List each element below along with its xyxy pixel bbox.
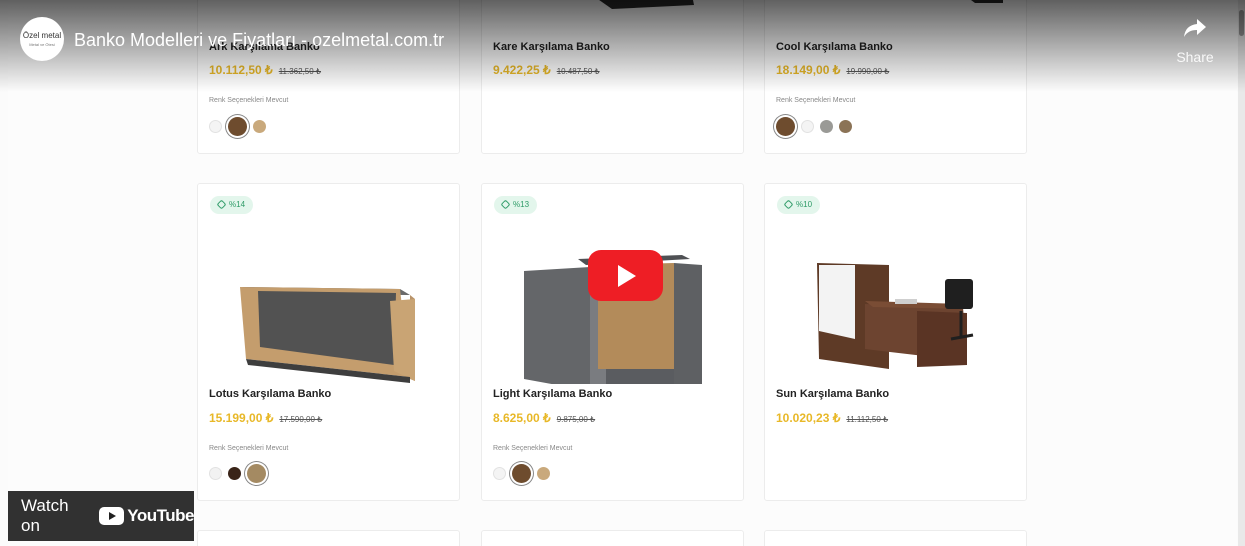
desk-image: [599, 0, 694, 9]
light-desk-image: [524, 255, 702, 384]
product-card-peek: [764, 530, 1027, 546]
swatch-white[interactable]: [209, 119, 222, 133]
product-price: 10.020,23 ₺ 11.112,50 ₺: [776, 411, 889, 425]
youtube-logo: YouTube: [99, 506, 194, 526]
channel-avatar[interactable]: Özel metal Metal ve Ötesi: [20, 17, 64, 61]
channel-logo-text: Özel metal: [22, 31, 62, 40]
old-price: 11.362,50 ₺: [278, 67, 322, 76]
product-name: Sun Karşılama Banko: [776, 388, 890, 400]
swatch-white[interactable]: [801, 119, 814, 133]
video-player[interactable]: Ark Karşılama Banko 10.112,50 ₺ 11.362,50…: [0, 0, 1245, 546]
swatch-walnut[interactable]: [228, 116, 247, 136]
product-card-peek: [481, 530, 744, 546]
video-title[interactable]: Banko Modelleri ve Fiyatları - ozelmetal…: [74, 30, 444, 51]
old-price: 11.112,50 ₺: [846, 415, 889, 424]
product-price: 9.422,25 ₺ 10.487,50 ₺: [493, 63, 600, 77]
swatch-oak[interactable]: [537, 466, 550, 480]
play-icon: [618, 265, 636, 287]
product-name: Cool Karşılama Banko: [776, 41, 893, 53]
swatch-grey[interactable]: [820, 119, 833, 133]
color-options-label: Renk Seçenekleri Mevcut: [209, 97, 289, 104]
product-name: Kare Karşılama Banko: [493, 41, 610, 53]
product-price: 10.112,50 ₺ 11.362,50 ₺: [209, 63, 322, 77]
swatch-bronze[interactable]: [839, 119, 852, 133]
channel-logo-sub: Metal ve Ötesi: [29, 42, 55, 47]
color-swatches: [493, 462, 550, 484]
swatch-walnut[interactable]: [512, 463, 531, 483]
color-options-label: Renk Seçenekleri Mevcut: [209, 445, 289, 452]
youtube-play-icon: [99, 507, 125, 525]
product-name: Light Karşılama Banko: [493, 388, 613, 400]
desk-image: [971, 0, 1003, 3]
discount-badge: %14: [210, 196, 254, 214]
lotus-desk-image: [240, 287, 415, 383]
old-price: 10.487,50 ₺: [556, 67, 600, 76]
tag-icon: [500, 199, 511, 210]
product-name: Lotus Karşılama Banko: [209, 388, 332, 400]
scrollbar-thumb[interactable]: [1239, 10, 1244, 36]
discount-badge: %13: [494, 196, 538, 214]
play-button[interactable]: [588, 250, 663, 301]
product-card-kare: Kare Karşılama Banko 9.422,25 ₺ 10.487,50…: [481, 0, 744, 154]
tag-icon: [216, 199, 227, 210]
watch-on-youtube-button[interactable]: Watch on YouTube: [8, 491, 194, 541]
discount-badge: %10: [777, 196, 821, 214]
product-card-light: %13 Light Karşılama Banko 8.625,00 ₺ 9.87…: [481, 183, 744, 501]
color-options-label: Renk Seçenekleri Mevcut: [776, 97, 856, 104]
product-card-peek: [197, 530, 460, 546]
watch-on-label: Watch on: [21, 496, 69, 535]
product-price: 18.149,00 ₺ 19.990,00 ₺: [776, 63, 890, 77]
product-price: 8.625,00 ₺ 9.875,00 ₺: [493, 411, 596, 425]
swatch-oak[interactable]: [247, 463, 266, 483]
product-card-sun: %10 Sun Karşılama Banko 10.020,23 ₺ 11.11…: [764, 183, 1027, 501]
tag-icon: [783, 199, 794, 210]
old-price: 17.590,00 ₺: [279, 415, 323, 424]
sun-desk-image: [817, 263, 974, 369]
swatch-walnut[interactable]: [776, 116, 795, 136]
youtube-wordmark: YouTube: [127, 506, 194, 525]
color-swatches: [209, 462, 266, 484]
swatch-white[interactable]: [493, 466, 506, 480]
share-button[interactable]: Share: [1170, 18, 1220, 65]
product-card-cool: Cool Karşılama Banko 18.149,00 ₺ 19.990,0…: [764, 0, 1027, 154]
swatch-dark-walnut[interactable]: [228, 466, 241, 480]
old-price: 9.875,00 ₺: [556, 415, 596, 424]
color-swatches: [209, 115, 266, 137]
product-price: 15.199,00 ₺ 17.590,00 ₺: [209, 411, 323, 425]
color-options-label: Renk Seçenekleri Mevcut: [493, 445, 573, 452]
color-swatches: [776, 115, 852, 137]
share-label: Share: [1176, 49, 1214, 65]
product-card-ark: Ark Karşılama Banko 10.112,50 ₺ 11.362,50…: [197, 0, 460, 154]
share-arrow-icon: [1184, 19, 1206, 37]
product-card-lotus: %14 Lotus Karşılama Banko 15.199,00 ₺ 17.…: [197, 183, 460, 501]
page-scrollbar[interactable]: [1238, 0, 1245, 546]
swatch-white[interactable]: [209, 466, 222, 480]
old-price: 19.990,00 ₺: [846, 67, 890, 76]
swatch-oak[interactable]: [253, 119, 266, 133]
